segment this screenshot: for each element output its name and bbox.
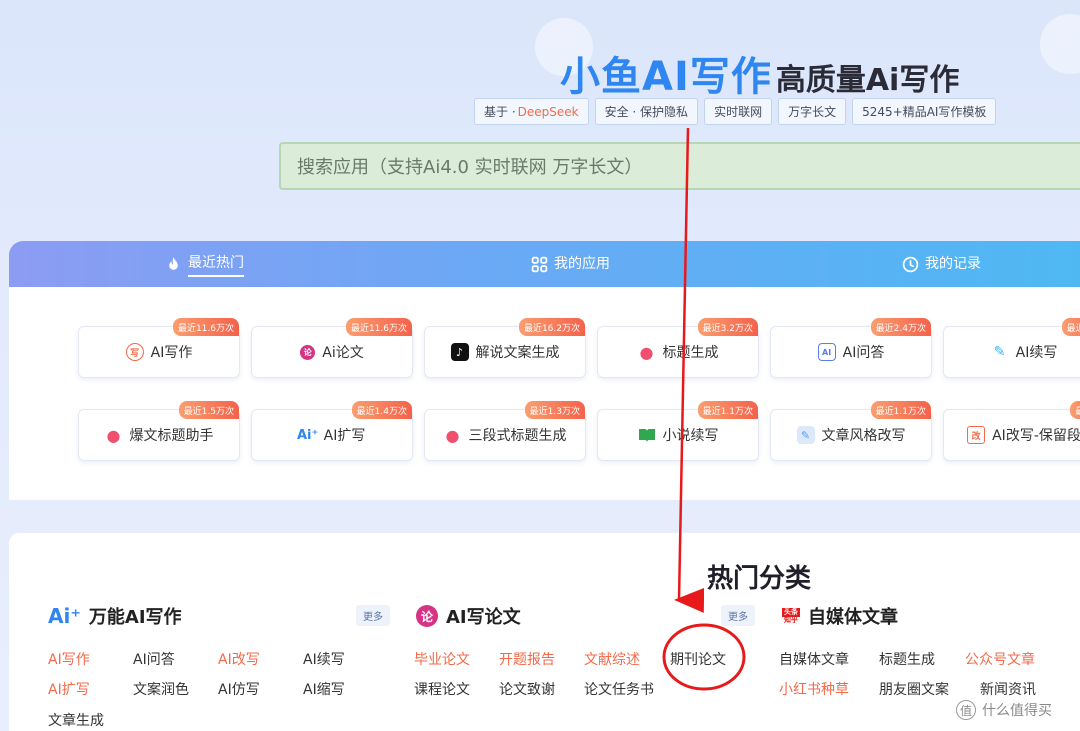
tab-my-records[interactable]: 我的记录 xyxy=(902,241,981,287)
usage-badge: 最近3.2万次 xyxy=(697,318,758,336)
brand-title: 小鱼AI写作 高质量Ai写作 xyxy=(560,44,959,102)
category-link[interactable]: 文案润色 xyxy=(133,679,189,699)
category-link[interactable]: 期刊论文 xyxy=(670,649,726,669)
app-card-ai-continue[interactable]: 最近2.2 ✎ AI续写 xyxy=(943,318,1080,378)
usage-badge: 最近11.6万次 xyxy=(172,318,239,336)
tab-my-apps[interactable]: 我的应用 xyxy=(531,241,610,287)
brand-sub: 高质量Ai写作 xyxy=(775,63,960,98)
category-link[interactable]: 论文致谢 xyxy=(499,679,555,699)
clock-icon xyxy=(902,256,919,272)
category-link[interactable]: 文献综述 xyxy=(584,649,640,669)
feature-tag: 基于 · DeepSeek xyxy=(474,98,589,125)
app-card-ai-qa[interactable]: 最近2.4万次 AI AI问答 xyxy=(770,318,932,378)
feature-tag: 安全 · 保护隐私 xyxy=(594,98,699,125)
category-link[interactable]: AI续写 xyxy=(303,649,345,669)
watermark: 值 什么值得买 xyxy=(956,700,1052,720)
decor-bubble xyxy=(1040,14,1080,74)
category-link[interactable]: 小红书种草 xyxy=(779,679,849,699)
usage-badge: 最近1 xyxy=(1070,401,1080,419)
usage-badge: 最近1.5万次 xyxy=(178,401,239,419)
grid-icon xyxy=(531,256,548,272)
app-card-style-rewrite[interactable]: 最近1.1万次 ✎ 文章风格改写 xyxy=(770,401,932,461)
category-link[interactable]: AI问答 xyxy=(133,649,175,669)
fire-icon xyxy=(169,256,178,270)
media-logo-icon: 头条 知乎 xyxy=(782,608,800,624)
app-card-three-part-title[interactable]: 最近1.3万次 ● 三段式标题生成 xyxy=(424,401,586,461)
app-card-commentary-copy[interactable]: 最近16.2万次 ♪ 解说文案生成 xyxy=(424,318,586,378)
category-heading: Ai⁺ 万能AI写作 xyxy=(48,604,182,628)
paper-icon: 论 xyxy=(300,344,316,360)
usage-badge: 最近16.2万次 xyxy=(518,318,585,336)
chat-icon: AI xyxy=(817,343,836,361)
search-input[interactable]: 搜索应用（支持Ai4.0 实时联网 万字长文） xyxy=(279,142,1080,190)
category-link[interactable]: 论文任务书 xyxy=(584,679,654,699)
paper-icon: 论 xyxy=(416,605,438,627)
brand-main: 小鱼AI写作 xyxy=(560,54,772,100)
pen-icon: ✎ xyxy=(993,344,1006,360)
usage-badge: 最近1.1万次 xyxy=(870,401,931,419)
app-card-ai-expand[interactable]: 最近1.4万次 Ai⁺ AI扩写 xyxy=(251,401,413,461)
tab-recent-hot[interactable]: 最近热门 xyxy=(165,241,244,287)
category-link[interactable]: 毕业论文 xyxy=(414,649,470,669)
category-link[interactable]: AI仿写 xyxy=(218,679,260,699)
app-card-title-gen[interactable]: 最近3.2万次 ● 标题生成 xyxy=(597,318,759,378)
category-link[interactable]: AI改写 xyxy=(218,649,260,669)
ai-expand-icon: Ai⁺ xyxy=(296,427,319,443)
tag-icon: ● xyxy=(445,425,460,445)
app-card-ai-paper[interactable]: 最近11.6万次 论 Ai论文 xyxy=(251,318,413,378)
apps-panel: 最近热门 我的应用 我的记录 最近11.6万次 写 AI写作 最近11.6万次 … xyxy=(9,241,1080,500)
category-link[interactable]: 标题生成 xyxy=(879,649,935,669)
category-link[interactable]: AI缩写 xyxy=(303,679,345,699)
watermark-icon: 值 xyxy=(956,700,976,720)
category-link[interactable]: 公众号文章 xyxy=(965,649,1035,669)
app-card-ai-writing[interactable]: 最近11.6万次 写 AI写作 xyxy=(78,318,240,378)
tiktok-icon: ♪ xyxy=(450,343,469,361)
usage-badge: 最近1.4万次 xyxy=(351,401,412,419)
app-card-rewrite-keep[interactable]: 最近1 改 AI改写-保留段 xyxy=(943,401,1080,461)
write-icon: 写 xyxy=(125,343,144,361)
search-placeholder: 搜索应用（支持Ai4.0 实时联网 万字长文） xyxy=(297,157,643,178)
feature-tag: 万字长文 xyxy=(778,98,847,125)
category-link[interactable]: 朋友圈文案 xyxy=(879,679,949,699)
feature-tag: 5245+精品AI写作模板 xyxy=(852,98,997,125)
feature-tag: 实时联网 xyxy=(704,98,773,125)
category-link[interactable]: AI扩写 xyxy=(48,679,90,699)
section-title: 热门分类 xyxy=(707,564,812,594)
tag-icon: ● xyxy=(639,342,654,362)
category-heading: 头条 知乎 自媒体文章 xyxy=(782,607,898,628)
tab-bar: 最近热门 我的应用 我的记录 xyxy=(9,241,1080,287)
app-card-viral-title[interactable]: 最近1.5万次 ● 爆文标题助手 xyxy=(78,401,240,461)
category-link[interactable]: 开题报告 xyxy=(499,649,555,669)
hot-categories-panel: 热门分类 Ai⁺ 万能AI写作 更多 AI写作 AI问答 AI改写 AI续写 A… xyxy=(9,533,1080,731)
usage-badge: 最近11.6万次 xyxy=(345,318,412,336)
usage-badge: 最近2.4万次 xyxy=(870,318,931,336)
category-link[interactable]: 自媒体文章 xyxy=(779,649,849,669)
usage-badge: 最近1.1万次 xyxy=(697,401,758,419)
tag-icon: ● xyxy=(106,425,121,445)
book-icon xyxy=(638,429,655,442)
category-heading: 论 AI写论文 xyxy=(416,603,521,629)
more-button[interactable]: 更多 xyxy=(356,605,390,626)
category-link[interactable]: 课程论文 xyxy=(414,679,470,699)
ai-writing-icon: Ai⁺ xyxy=(48,604,81,628)
category-link[interactable]: 文章生成 xyxy=(48,710,104,730)
more-button[interactable]: 更多 xyxy=(721,605,755,626)
edit-icon: ✎ xyxy=(796,426,815,444)
feature-tags: 基于 · DeepSeek 安全 · 保护隐私 实时联网 万字长文 5245+精… xyxy=(474,98,997,125)
app-card-novel-continue[interactable]: 最近1.1万次 小说续写 xyxy=(597,401,759,461)
usage-badge: 最近2.2 xyxy=(1061,318,1080,336)
category-link[interactable]: 新闻资讯 xyxy=(980,679,1036,699)
category-link[interactable]: AI写作 xyxy=(48,649,90,669)
usage-badge: 最近1.3万次 xyxy=(524,401,585,419)
rewrite-icon: 改 xyxy=(967,426,986,444)
